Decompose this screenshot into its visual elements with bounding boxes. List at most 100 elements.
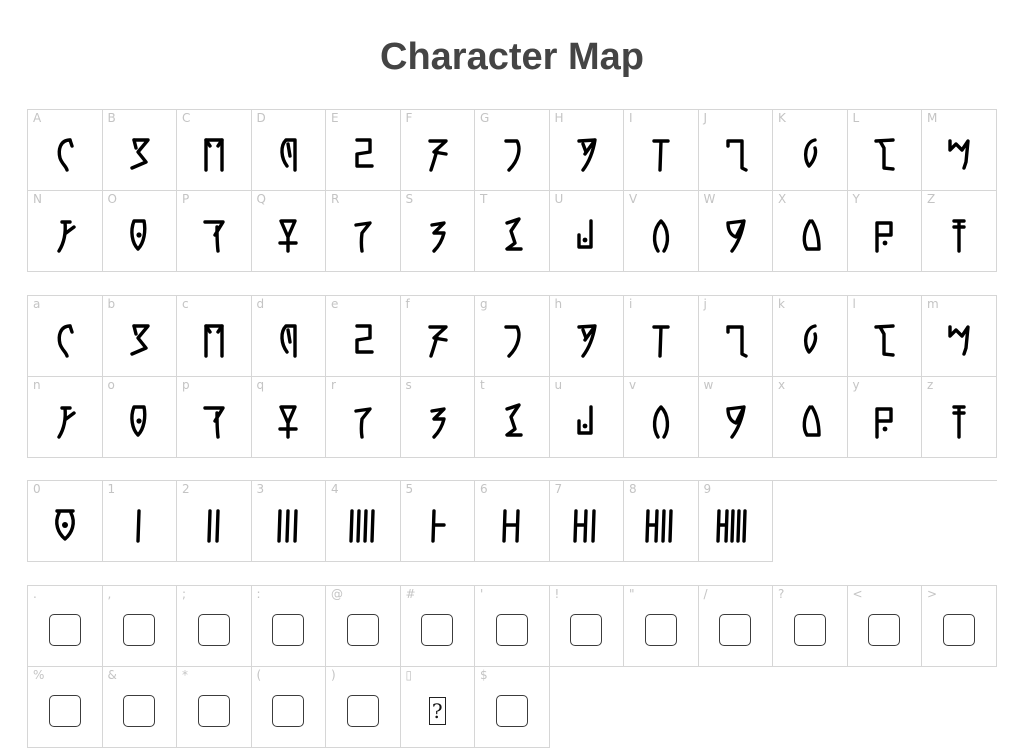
character-cell[interactable]: J (698, 110, 773, 191)
character-cell[interactable]: C (177, 110, 252, 191)
character-cell[interactable]: j (698, 296, 773, 377)
character-cell[interactable]: k (773, 296, 848, 377)
character-cell[interactable]: m (922, 296, 997, 377)
character-cell[interactable]: g (475, 296, 550, 377)
missing-glyph-box (48, 695, 81, 727)
character-label: j (703, 297, 707, 311)
character-cell[interactable]: L (847, 110, 922, 191)
character-cell[interactable]: p (177, 377, 252, 458)
character-cell[interactable]: y (847, 377, 922, 458)
character-cell[interactable]: r (326, 377, 401, 458)
character-cell[interactable]: c (177, 296, 252, 377)
character-cell[interactable]: u (549, 377, 624, 458)
character-cell[interactable]: 1 (102, 481, 177, 562)
character-label: Z (927, 192, 936, 206)
character-cell[interactable]: a (28, 296, 103, 377)
character-cell[interactable]: O (102, 191, 177, 272)
character-cell[interactable]: & (102, 667, 177, 748)
character-cell[interactable]: b (102, 296, 177, 377)
character-cell[interactable]: ' (475, 586, 550, 667)
glyph-svg (726, 405, 746, 439)
character-cell[interactable]: x (773, 377, 848, 458)
character-cell[interactable]: q (251, 377, 326, 458)
character-cell[interactable]: 9 (698, 481, 773, 562)
character-cell[interactable]: A (28, 110, 103, 191)
character-cell[interactable]: Y (847, 191, 922, 272)
daedric-glyph-icon (848, 318, 922, 362)
character-label: u (554, 378, 563, 392)
character-cell[interactable]: l (847, 296, 922, 377)
missing-glyph-box (719, 614, 752, 646)
character-cell[interactable]: t (475, 377, 550, 458)
character-cell[interactable]: ) (326, 667, 401, 748)
character-cell[interactable]: ; (177, 586, 252, 667)
character-cell[interactable]: I (624, 110, 699, 191)
character-cell[interactable]: B (102, 110, 177, 191)
character-cell[interactable]: h (549, 296, 624, 377)
missing-glyph-box (346, 614, 379, 646)
character-cell[interactable]: : (251, 586, 326, 667)
character-cell[interactable]: 5 (400, 481, 475, 562)
character-cell[interactable]: v (624, 377, 699, 458)
character-cell[interactable]: % (28, 667, 103, 748)
character-cell[interactable]: 8 (624, 481, 699, 562)
character-cell[interactable]: T (475, 191, 550, 272)
character-cell[interactable]: 6 (475, 481, 550, 562)
character-label: P (182, 192, 190, 206)
character-cell[interactable]: < (847, 586, 922, 667)
character-label: : (256, 587, 261, 601)
character-cell[interactable]: Q (251, 191, 326, 272)
character-cell[interactable]: K (773, 110, 848, 191)
character-cell[interactable]: e (326, 296, 401, 377)
character-cell[interactable]: $ (475, 667, 550, 748)
character-cell[interactable]: 4 (326, 481, 401, 562)
daedric-glyph-icon (103, 132, 177, 176)
character-cell[interactable]: R (326, 191, 401, 272)
character-cell[interactable]: n (28, 377, 103, 458)
character-cell[interactable]: 7 (549, 481, 624, 562)
character-cell[interactable]: X (773, 191, 848, 272)
character-cell[interactable]: f (400, 296, 475, 377)
character-cell[interactable]: ? (773, 586, 848, 667)
character-cell[interactable]: z (922, 377, 997, 458)
missing-glyph-box (48, 614, 81, 646)
character-cell[interactable]: 0 (28, 481, 103, 562)
character-cell[interactable]: 3 (251, 481, 326, 562)
character-cell[interactable]: ! (549, 586, 624, 667)
character-cell[interactable]: ( (251, 667, 326, 748)
character-cell[interactable]: i (624, 296, 699, 377)
character-cell[interactable]: W (698, 191, 773, 272)
character-cell[interactable]: M (922, 110, 997, 191)
character-cell[interactable]: U (549, 191, 624, 272)
character-cell[interactable]: H (549, 110, 624, 191)
character-cell[interactable]: . (28, 586, 103, 667)
character-label: 5 (405, 482, 414, 496)
character-cell[interactable]: / (698, 586, 773, 667)
character-cell[interactable]: > (922, 586, 997, 667)
character-cell[interactable]: w (698, 377, 773, 458)
character-cell[interactable]: " (624, 586, 699, 667)
missing-glyph-icon (28, 608, 102, 652)
character-cell[interactable]: , (102, 586, 177, 667)
character-cell[interactable]: N (28, 191, 103, 272)
character-cell[interactable]: G (475, 110, 550, 191)
character-cell[interactable]: P (177, 191, 252, 272)
character-cell[interactable]: # (400, 586, 475, 667)
character-cell[interactable]: o (102, 377, 177, 458)
character-cell[interactable]: V (624, 191, 699, 272)
character-cell[interactable]: d (251, 296, 326, 377)
character-cell[interactable]: @ (326, 586, 401, 667)
daedric-glyph-icon (773, 318, 847, 362)
character-cell[interactable]: F (400, 110, 475, 191)
character-cell[interactable]: D (251, 110, 326, 191)
character-cell[interactable]: ▯? (400, 667, 475, 748)
character-cell[interactable]: Z (922, 191, 997, 272)
character-cell[interactable]: * (177, 667, 252, 748)
character-cell[interactable]: 2 (177, 481, 252, 562)
character-cell[interactable]: S (400, 191, 475, 272)
missing-glyph-icon (177, 689, 251, 733)
character-cell[interactable]: E (326, 110, 401, 191)
glyph-svg (280, 324, 297, 358)
missing-glyph-icon (624, 608, 698, 652)
character-cell[interactable]: s (400, 377, 475, 458)
